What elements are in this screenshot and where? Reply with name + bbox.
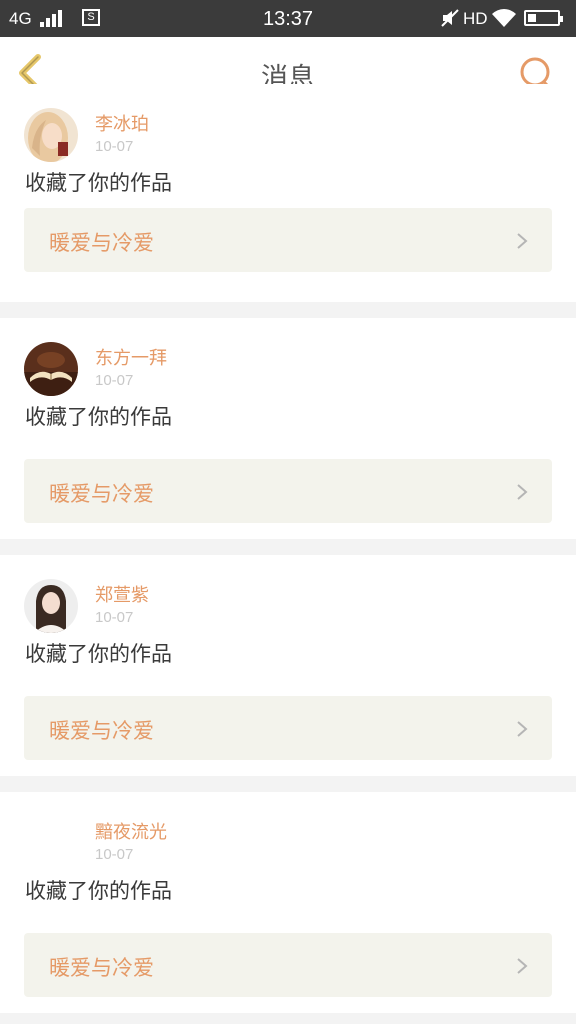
battery-icon (524, 10, 563, 26)
user-avatar[interactable] (24, 816, 78, 870)
message-card: 黯夜流光 10-07 收藏了你的作品 暖爱与冷爱 (0, 792, 576, 1013)
wifi-icon (492, 9, 516, 27)
message-action: 收藏了你的作品 (25, 879, 172, 903)
work-title: 暖爱与冷爱 (49, 231, 154, 255)
user-avatar[interactable] (24, 108, 78, 162)
message-card: 东方一拜 10-07 收藏了你的作品 暖爱与冷爱 (0, 318, 576, 539)
work-link[interactable]: 暖爱与冷爱 (24, 208, 552, 272)
message-action: 收藏了你的作品 (25, 405, 172, 429)
work-link[interactable]: 暖爱与冷爱 (24, 696, 552, 760)
message-action: 收藏了你的作品 (25, 642, 172, 666)
username[interactable]: 黯夜流光 (95, 818, 167, 844)
message-action: 收藏了你的作品 (25, 171, 172, 195)
chevron-right-icon (517, 233, 528, 249)
username[interactable]: 李冰珀 (95, 110, 149, 136)
clock: 13:37 (262, 8, 314, 30)
message-date: 10-07 (95, 138, 134, 155)
username[interactable]: 郑萱紫 (95, 581, 149, 607)
user-avatar[interactable] (24, 342, 78, 396)
work-link[interactable]: 暖爱与冷爱 (24, 933, 552, 997)
work-link[interactable]: 暖爱与冷爱 (24, 459, 552, 523)
chevron-right-icon (517, 721, 528, 737)
message-date: 10-07 (95, 846, 134, 863)
message-date: 10-07 (95, 609, 134, 626)
message-card: 李冰珀 10-07 收藏了你的作品 暖爱与冷爱 (0, 84, 576, 302)
mute-icon (441, 9, 459, 27)
hd-indicator: HD (463, 9, 488, 28)
user-avatar[interactable] (24, 579, 78, 633)
chevron-right-icon (517, 958, 528, 974)
chevron-right-icon (517, 484, 528, 500)
work-title: 暖爱与冷爱 (49, 956, 154, 980)
message-date: 10-07 (95, 372, 134, 389)
message-card: 郑萱紫 10-07 收藏了你的作品 暖爱与冷爱 (0, 555, 576, 776)
avatar-blonde-girl-icon (24, 108, 78, 162)
work-title: 暖爱与冷爱 (49, 482, 154, 506)
username[interactable]: 东方一拜 (95, 344, 167, 370)
avatar-girl-portrait-icon (24, 579, 78, 633)
avatar-open-book-icon (24, 342, 78, 396)
work-title: 暖爱与冷爱 (49, 719, 154, 743)
status-bar: 4G S 13:37 HD (0, 0, 576, 37)
